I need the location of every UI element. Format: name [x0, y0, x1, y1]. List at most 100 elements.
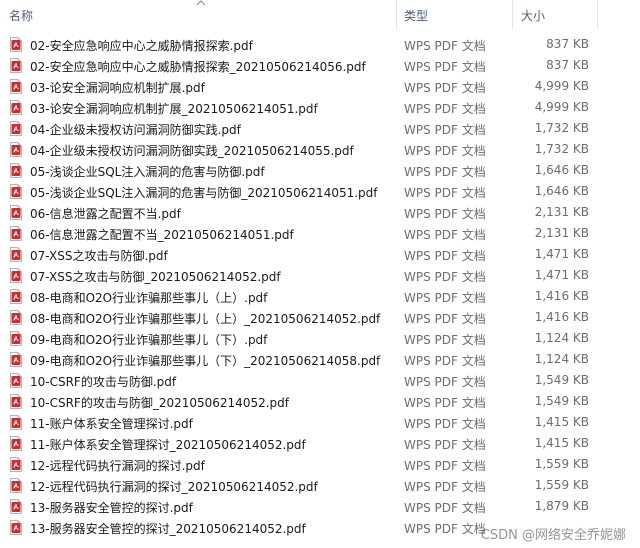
file-row[interactable]: 04-企业级未授权访问漏洞防御实践.pdf WPS PDF 文档 1,732 KB	[0, 118, 640, 139]
pdf-file-icon	[10, 226, 22, 241]
file-name[interactable]: 04-企业级未授权访问漏洞防御实践_20210506214055.pdf	[30, 142, 354, 159]
file-row[interactable]: 10-CSRF的攻击与防御_20210506214052.pdf WPS PDF …	[0, 391, 640, 412]
pdf-file-icon	[10, 205, 22, 220]
pdf-file-icon	[10, 310, 22, 325]
pdf-file-icon	[10, 499, 22, 514]
file-size: 1,646 KB	[534, 184, 589, 198]
file-size: 837 KB	[546, 37, 589, 51]
column-divider[interactable]	[512, 0, 513, 30]
file-size: 1,559 KB	[534, 478, 589, 492]
file-size: 2,131 KB	[534, 226, 589, 240]
file-name[interactable]: 10-CSRF的攻击与防御_20210506214052.pdf	[30, 394, 289, 411]
file-row[interactable]: 08-电商和O2O行业诈骗那些事儿（上）_20210506214052.pdf W…	[0, 307, 640, 328]
name-column-header[interactable]: 名称	[9, 7, 33, 24]
file-type: WPS PDF 文档	[404, 60, 486, 74]
file-name[interactable]: 06-信息泄露之配置不当.pdf	[30, 205, 181, 222]
file-type: WPS PDF 文档	[404, 207, 486, 221]
file-name[interactable]: 11-账户体系安全管理探讨_20210506214052.pdf	[30, 436, 306, 453]
watermark: CSDN @网络安全乔妮娜	[480, 528, 626, 543]
file-name[interactable]: 13-服务器安全管控的探讨.pdf	[30, 499, 193, 516]
pdf-file-icon	[10, 163, 22, 178]
pdf-file-icon	[10, 436, 22, 451]
file-name[interactable]: 03-论安全漏洞响应机制扩展.pdf	[30, 79, 205, 96]
pdf-file-icon	[10, 289, 22, 304]
file-row[interactable]: 07-XSS之攻击与防御_20210506214052.pdf WPS PDF 文…	[0, 265, 640, 286]
pdf-file-icon	[10, 37, 22, 52]
file-name[interactable]: 11-账户体系安全管理探讨.pdf	[30, 415, 193, 432]
file-row[interactable]: 12-远程代码执行漏洞的探讨_20210506214052.pdf WPS PDF…	[0, 475, 640, 496]
file-row[interactable]: 02-安全应急响应中心之威胁情报探索_20210506214056.pdf WPS…	[0, 55, 640, 76]
file-row[interactable]: 11-账户体系安全管理探讨.pdf WPS PDF 文档 1,415 KB	[0, 412, 640, 433]
file-size: 1,879 KB	[534, 499, 589, 513]
file-type: WPS PDF 文档	[404, 354, 486, 368]
file-row[interactable]: 13-服务器安全管控的探讨.pdf WPS PDF 文档 1,879 KB	[0, 496, 640, 517]
file-size: 1,416 KB	[534, 289, 589, 303]
pdf-file-icon	[10, 457, 22, 472]
file-row[interactable]: 07-XSS之攻击与防御.pdf WPS PDF 文档 1,471 KB	[0, 244, 640, 265]
file-name[interactable]: 06-信息泄露之配置不当_20210506214051.pdf	[30, 226, 294, 243]
file-row[interactable]: 06-信息泄露之配置不当.pdf WPS PDF 文档 2,131 KB	[0, 202, 640, 223]
file-row[interactable]: 09-电商和O2O行业诈骗那些事儿（下）_20210506214058.pdf W…	[0, 349, 640, 370]
file-name[interactable]: 09-电商和O2O行业诈骗那些事儿（下）.pdf	[30, 331, 267, 348]
pdf-file-icon	[10, 478, 22, 493]
file-row[interactable]: 02-安全应急响应中心之威胁情报探索.pdf WPS PDF 文档 837 KB	[0, 34, 640, 55]
file-type: WPS PDF 文档	[404, 438, 486, 452]
file-name[interactable]: 02-安全应急响应中心之威胁情报探索.pdf	[30, 37, 253, 54]
file-type: WPS PDF 文档	[404, 249, 486, 263]
size-column-header[interactable]: 大小	[521, 7, 545, 24]
file-size: 1,646 KB	[534, 163, 589, 177]
file-type: WPS PDF 文档	[404, 81, 486, 95]
file-row[interactable]: 05-浅谈企业SQL注入漏洞的危害与防御.pdf WPS PDF 文档 1,646 …	[0, 160, 640, 181]
file-row[interactable]: 03-论安全漏洞响应机制扩展.pdf WPS PDF 文档 4,999 KB	[0, 76, 640, 97]
file-row[interactable]: 03-论安全漏洞响应机制扩展_20210506214051.pdf WPS PDF…	[0, 97, 640, 118]
file-name[interactable]: 08-电商和O2O行业诈骗那些事儿（上）.pdf	[30, 289, 267, 306]
file-size: 1,416 KB	[534, 310, 589, 324]
file-size: 2,131 KB	[534, 205, 589, 219]
file-name[interactable]: 12-远程代码执行漏洞的探讨_20210506214052.pdf	[30, 478, 318, 495]
file-name[interactable]: 08-电商和O2O行业诈骗那些事儿（上）_20210506214052.pdf	[30, 310, 380, 327]
file-name[interactable]: 05-浅谈企业SQL注入漏洞的危害与防御_20210506214051.pdf	[30, 184, 378, 201]
file-name[interactable]: 09-电商和O2O行业诈骗那些事儿（下）_20210506214058.pdf	[30, 352, 380, 369]
file-size: 1,471 KB	[534, 247, 589, 261]
file-row[interactable]: 09-电商和O2O行业诈骗那些事儿（下）.pdf WPS PDF 文档 1,124 …	[0, 328, 640, 349]
file-row[interactable]: 06-信息泄露之配置不当_20210506214051.pdf WPS PDF 文…	[0, 223, 640, 244]
file-type: WPS PDF 文档	[404, 396, 486, 410]
file-size: 1,124 KB	[534, 331, 589, 345]
file-name[interactable]: 13-服务器安全管控的探讨_20210506214052.pdf	[30, 520, 306, 537]
file-type: WPS PDF 文档	[404, 312, 486, 326]
file-name[interactable]: 04-企业级未授权访问漏洞防御实践.pdf	[30, 121, 241, 138]
pdf-file-icon	[10, 58, 22, 73]
file-size: 1,732 KB	[534, 121, 589, 135]
file-type: WPS PDF 文档	[404, 39, 486, 53]
file-type: WPS PDF 文档	[404, 228, 486, 242]
pdf-file-icon	[10, 268, 22, 283]
column-divider[interactable]	[597, 0, 598, 30]
file-type: WPS PDF 文档	[404, 144, 486, 158]
sort-ascending-icon[interactable]	[195, 0, 207, 7]
file-type: WPS PDF 文档	[404, 522, 486, 536]
column-divider[interactable]	[396, 0, 397, 30]
file-name[interactable]: 05-浅谈企业SQL注入漏洞的危害与防御.pdf	[30, 163, 265, 180]
pdf-file-icon	[10, 415, 22, 430]
file-name[interactable]: 03-论安全漏洞响应机制扩展_20210506214051.pdf	[30, 100, 318, 117]
file-row[interactable]: 08-电商和O2O行业诈骗那些事儿（上）.pdf WPS PDF 文档 1,416 …	[0, 286, 640, 307]
file-row[interactable]: 04-企业级未授权访问漏洞防御实践_20210506214055.pdf WPS …	[0, 139, 640, 160]
file-row[interactable]: 05-浅谈企业SQL注入漏洞的危害与防御_20210506214051.pdf W…	[0, 181, 640, 202]
file-name[interactable]: 12-远程代码执行漏洞的探讨.pdf	[30, 457, 205, 474]
file-size: 1,415 KB	[534, 415, 589, 429]
file-type: WPS PDF 文档	[404, 165, 486, 179]
file-name[interactable]: 02-安全应急响应中心之威胁情报探索_20210506214056.pdf	[30, 58, 366, 75]
file-row[interactable]: 10-CSRF的攻击与防御.pdf WPS PDF 文档 1,549 KB	[0, 370, 640, 391]
file-name[interactable]: 07-XSS之攻击与防御.pdf	[30, 247, 168, 264]
file-name[interactable]: 10-CSRF的攻击与防御.pdf	[30, 373, 176, 390]
file-row[interactable]: 11-账户体系安全管理探讨_20210506214052.pdf WPS PDF …	[0, 433, 640, 454]
file-name[interactable]: 07-XSS之攻击与防御_20210506214052.pdf	[30, 268, 281, 285]
file-type: WPS PDF 文档	[404, 459, 486, 473]
pdf-file-icon	[10, 247, 22, 262]
file-size: 4,999 KB	[534, 79, 589, 93]
file-row[interactable]: 12-远程代码执行漏洞的探讨.pdf WPS PDF 文档 1,559 KB	[0, 454, 640, 475]
file-size: 1,549 KB	[534, 373, 589, 387]
column-header: 名称 类型 大小	[0, 0, 640, 30]
type-column-header[interactable]: 类型	[404, 7, 428, 24]
pdf-file-icon	[10, 184, 22, 199]
